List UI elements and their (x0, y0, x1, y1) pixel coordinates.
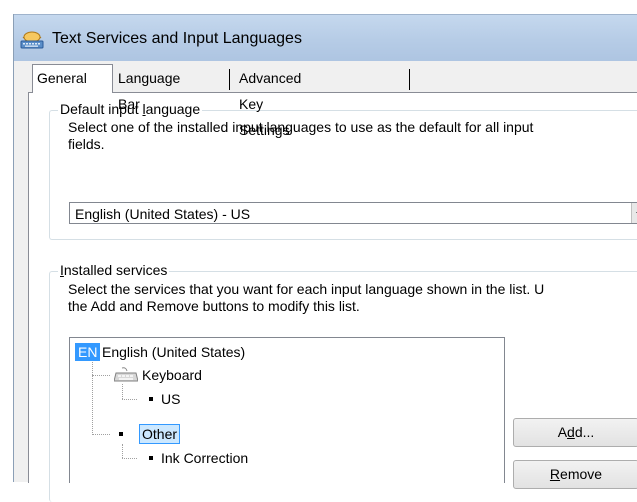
chevron-down-icon[interactable] (631, 203, 637, 223)
tab-separator (409, 69, 410, 90)
title-bar[interactable]: Text Services and Input Languages (14, 14, 637, 61)
tree-item-english-label: English (United States) (102, 344, 246, 360)
installed-services-description: Select the services that you want for ea… (68, 281, 637, 315)
tree-connector (122, 384, 123, 399)
tree-item-keyboard[interactable]: Keyboard (142, 366, 202, 384)
tab-separator (229, 69, 230, 90)
tree-connector (122, 399, 137, 400)
installed-services-tree[interactable]: EN English (United States) Keyboard US O… (69, 337, 505, 483)
bullet-icon (119, 432, 123, 436)
keyboard-icon (114, 367, 138, 382)
tree-item-english[interactable]: EN English (United States) (75, 343, 335, 361)
default-language-select-value: English (United States) - US (75, 206, 251, 222)
add-button[interactable]: Add... (513, 418, 637, 447)
tree-item-ink-correction[interactable]: Ink Correction (161, 449, 248, 467)
tree-connector (122, 458, 137, 459)
default-language-description-line2: fields. (68, 136, 105, 152)
tree-connector (92, 434, 110, 435)
general-tab-panel: Default input language Select one of the… (28, 92, 637, 502)
installed-services-description-line1: Select the services that you want for ea… (68, 281, 545, 297)
tree-connector (122, 444, 123, 458)
dialog-window: Text Services and Input Languages Defaul… (13, 14, 637, 502)
tree-connector (92, 375, 110, 376)
language-badge: EN (75, 343, 101, 361)
default-language-description: Select one of the installed input langua… (68, 119, 637, 153)
default-language-select[interactable]: English (United States) - US (69, 202, 637, 224)
default-language-description-line1: Select one of the installed input langua… (68, 119, 534, 135)
tree-item-us[interactable]: US (161, 390, 180, 408)
tree-item-other[interactable]: Other (138, 424, 181, 444)
installed-services-group-label: Installed services (58, 262, 170, 278)
tab-general[interactable]: General (32, 64, 113, 93)
tab-language-bar[interactable]: Language Bar (114, 65, 185, 112)
remove-button[interactable]: Remove (513, 460, 637, 489)
tree-connector (92, 362, 93, 435)
keyboard-globe-icon (20, 31, 44, 49)
bullet-icon (149, 456, 153, 460)
tab-advanced-key-settings[interactable]: Advanced Key Settings (235, 65, 306, 138)
bullet-icon (149, 397, 153, 401)
top-frame (13, 0, 637, 14)
window-title: Text Services and Input Languages (52, 30, 302, 47)
installed-services-description-line2: the Add and Remove buttons to modify thi… (68, 298, 360, 314)
